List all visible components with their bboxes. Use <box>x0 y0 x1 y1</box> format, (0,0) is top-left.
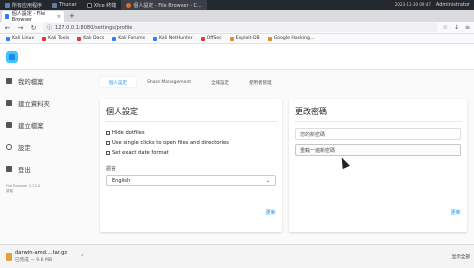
archive-file-icon <box>6 252 12 261</box>
forward-icon[interactable]: → <box>17 24 24 32</box>
ghdb-icon <box>267 36 272 41</box>
folder-icon <box>52 2 58 8</box>
kali-tools-icon <box>42 36 47 41</box>
filebrowser-favicon <box>5 14 9 19</box>
reload-icon[interactable]: ↻ <box>30 24 37 32</box>
new-tab-button[interactable]: + <box>64 11 80 22</box>
exploit-db-icon <box>229 36 234 41</box>
chevron-down-icon: ⌄ <box>265 177 270 184</box>
filebrowser-page: 我的檔案 建立資料夾 建立檔案 設定 登出 File Browser 2.23.… <box>0 44 474 244</box>
page-info-icon[interactable]: ⓘ <box>47 24 52 31</box>
downloads-bar: darwin-amd....tar.gz 已完成 — 9.6 MB ⌃ 显示全部 <box>0 244 474 268</box>
tab-user-management[interactable]: 使用者管理 <box>240 77 281 87</box>
bookmark-google-hacking[interactable]: Google Hacking... <box>267 36 314 41</box>
create-file-icon <box>6 122 12 128</box>
download-filename: darwin-amd....tar.gz <box>15 250 68 256</box>
kali-icon <box>6 36 10 41</box>
back-icon[interactable]: ← <box>4 24 11 32</box>
nethunter-icon <box>152 36 157 41</box>
folder-icon <box>6 78 12 84</box>
bookmark-offsec[interactable]: OffSec <box>200 36 222 41</box>
language-select[interactable]: English ⌄ <box>106 175 276 186</box>
kali-docs-icon <box>77 36 82 41</box>
close-tab-icon[interactable]: × <box>57 14 61 20</box>
sidebar-item-logout[interactable]: 登出 <box>0 158 90 180</box>
single-click-option[interactable]: Use single clicks to open files and dire… <box>100 138 282 148</box>
gear-icon <box>6 144 12 150</box>
hide-dotfiles-option[interactable]: Hide dotfiles <box>100 128 282 138</box>
taskbar-firefox[interactable]: 個人設定 - File Browser - C... <box>121 0 207 10</box>
exact-date-checkbox[interactable] <box>106 151 110 155</box>
sidebar-item-new-folder[interactable]: 建立資料夾 <box>0 92 90 114</box>
terminal-icon <box>86 2 92 8</box>
tab-global-settings[interactable]: 全域設定 <box>202 77 238 87</box>
bookmark-kali-forums[interactable]: Kali Forums <box>112 36 145 41</box>
single-click-checkbox[interactable] <box>106 141 110 145</box>
browser-tab[interactable]: 個人設定 - File Browser × <box>2 11 64 23</box>
hide-dotfiles-checkbox[interactable] <box>106 131 110 135</box>
logout-icon <box>6 166 12 172</box>
create-folder-icon <box>6 100 12 106</box>
firefox-icon <box>126 2 132 8</box>
downloads-icon[interactable]: ↓ <box>454 24 459 31</box>
settings-tabs: 個人設定 Share Management 全域設定 使用者管理 <box>100 77 281 87</box>
update-profile-button[interactable]: 更新 <box>266 209 276 216</box>
chevron-up-icon[interactable]: ⌃ <box>80 254 84 260</box>
user-menu[interactable]: Administrator <box>436 2 470 8</box>
url-bar[interactable]: ⓘ 127.0.0.1:8080/settings/profile <box>43 23 437 32</box>
menu-icon[interactable]: ≡ <box>465 24 470 31</box>
kali-forums-icon <box>112 36 117 41</box>
clock: 2023-11-30 09:47 <box>394 2 431 7</box>
card-title: 更改密碼 <box>295 107 327 116</box>
divider <box>105 121 277 122</box>
system-taskbar: 所有应用程序 Thunar Xfce 终端 個人設定 - File Browse… <box>0 0 474 10</box>
confirm-password-field[interactable]: 重輸一遍新密碼 <box>295 144 461 156</box>
browser-nav-bar: ← → ↻ ⓘ 127.0.0.1:8080/settings/profile … <box>0 22 474 34</box>
language-label: 語言 <box>106 166 117 172</box>
tab-share-management[interactable]: Share Management <box>138 77 200 87</box>
filebrowser-logo[interactable] <box>6 50 18 63</box>
change-password-card: 更改密碼 您的新密碼 重輸一遍新密碼 更新 <box>289 99 467 232</box>
bookmark-exploit-db[interactable]: Exploit-DB <box>229 36 260 41</box>
bookmark-star-icon[interactable]: ☆ <box>443 24 448 31</box>
sidebar-item-settings[interactable]: 設定 <box>0 136 90 158</box>
exact-date-option[interactable]: Set exact date format <box>100 148 282 158</box>
bookmark-kali-linux[interactable]: Kali Linux <box>6 36 34 41</box>
download-item[interactable]: darwin-amd....tar.gz 已完成 — 9.6 MB ⌃ <box>6 250 84 263</box>
sidebar-item-my-files[interactable]: 我的檔案 <box>0 70 90 92</box>
browser-tab-strip: 個人設定 - File Browser × + <box>0 10 474 23</box>
tab-profile[interactable]: 個人設定 <box>100 77 136 87</box>
card-title: 個人設定 <box>106 107 138 116</box>
bookmark-kali-nethunter[interactable]: Kali NetHunter <box>152 36 193 41</box>
divider <box>294 121 462 122</box>
kali-menu-icon <box>5 2 10 8</box>
update-password-button[interactable]: 更新 <box>451 209 461 216</box>
download-status: 已完成 — 9.6 MB <box>15 258 53 263</box>
taskbar-terminal[interactable]: Xfce 终端 <box>82 0 122 10</box>
bookmark-kali-docs[interactable]: Kali Docs <box>77 36 104 41</box>
sidebar-item-new-file[interactable]: 建立檔案 <box>0 114 90 136</box>
sidebar-footer: File Browser 2.23.0 幫助 <box>6 184 40 194</box>
help-link[interactable]: 幫助 <box>6 189 40 194</box>
taskbar-thunar[interactable]: Thunar <box>47 0 82 10</box>
app-header <box>0 44 474 70</box>
offsec-icon <box>200 36 205 41</box>
bookmarks-bar: Kali Linux Kali Tools Kali Docs Kali For… <box>0 34 474 44</box>
sidebar: 我的檔案 建立資料夾 建立檔案 設定 登出 File Browser 2.23.… <box>0 70 90 244</box>
profile-settings-card: 個人設定 Hide dotfiles Use single clicks to … <box>100 99 282 232</box>
bookmark-kali-tools[interactable]: Kali Tools <box>42 36 69 41</box>
show-all-downloads[interactable]: 显示全部 <box>452 254 470 260</box>
new-password-field[interactable]: 您的新密碼 <box>295 128 461 140</box>
taskbar-apps-menu[interactable]: 所有应用程序 <box>0 0 47 10</box>
